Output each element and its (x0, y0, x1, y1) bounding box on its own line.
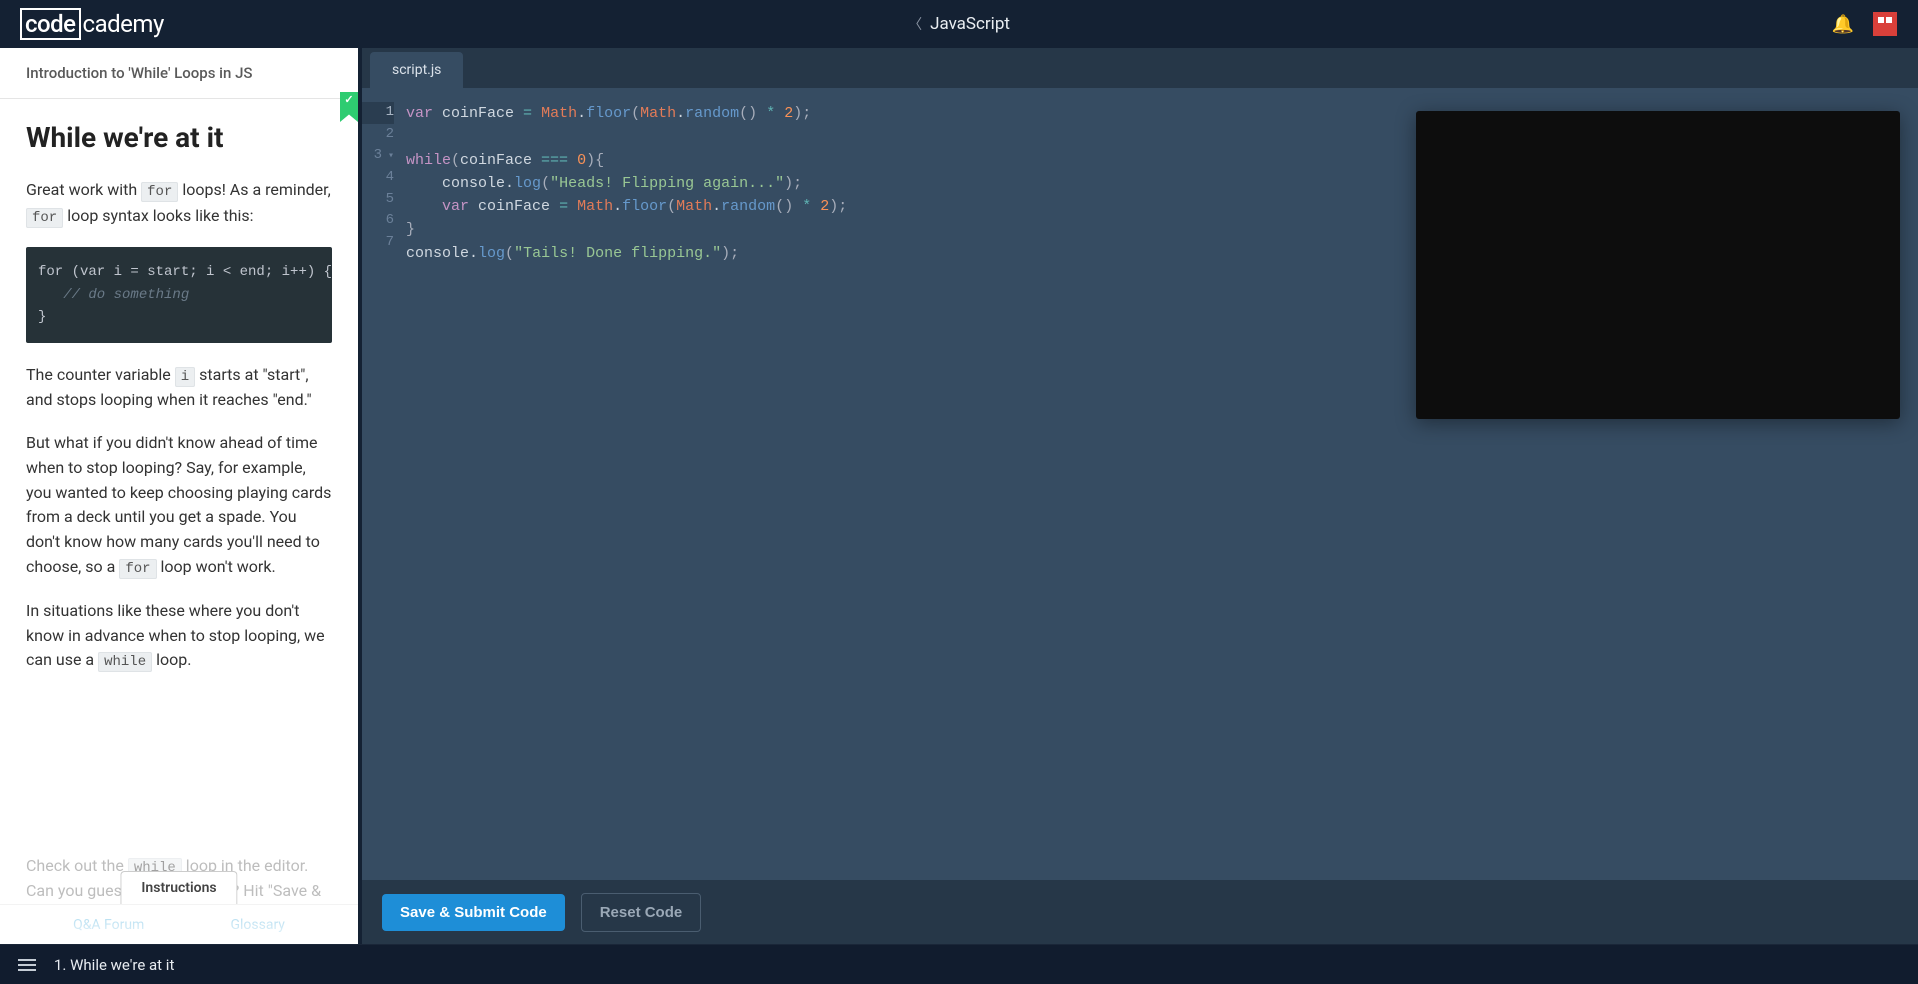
lesson-title: While we're at it (26, 121, 332, 154)
lesson-footer-links: Q&A Forum Glossary (0, 904, 358, 944)
fold-marker-icon[interactable]: ▾ (382, 151, 394, 162)
line-number: 1 (362, 102, 394, 124)
inline-code: i (175, 367, 195, 387)
bottom-bar: 1. While we're at it (0, 944, 1918, 984)
avatar[interactable] (1872, 11, 1898, 37)
line-number-gutter: 1 2 3 ▾ 4 5 6 7 (362, 102, 406, 880)
avatar-pixel-art (1873, 12, 1897, 36)
glossary-link[interactable]: Glossary (230, 917, 284, 933)
inline-code: for (26, 208, 63, 228)
menu-icon[interactable] (18, 959, 36, 971)
lesson-paragraph: In situations like these where you don't… (26, 599, 332, 674)
lesson-paragraph: The counter variable i starts at "start"… (26, 363, 332, 413)
logo-boxed-text: code (20, 8, 81, 40)
lesson-panel: Introduction to 'While' Loops in JS Whil… (0, 48, 358, 944)
lesson-paragraph: Great work with for loops! As a reminder… (26, 178, 332, 229)
lesson-header: Introduction to 'While' Loops in JS (0, 48, 358, 99)
reset-code-button[interactable]: Reset Code (581, 893, 702, 932)
lesson-breadcrumb: Introduction to 'While' Loops in JS (26, 64, 253, 82)
main-area: Introduction to 'While' Loops in JS Whil… (0, 48, 1918, 944)
inline-code: for (119, 559, 156, 579)
line-number: 3 ▾ (362, 145, 394, 167)
editor-area: script.js 1 2 3 ▾ 4 5 6 7 var coinFace =… (358, 48, 1918, 944)
bell-icon[interactable]: 🔔 (1832, 14, 1854, 35)
code-example-block: for (var i = start; i < end; i++) { // d… (26, 247, 332, 342)
file-tab-bar: script.js (362, 48, 1918, 88)
logo[interactable]: codecademy (20, 8, 164, 40)
inline-code: while (98, 652, 152, 672)
line-number: 4 (362, 167, 394, 189)
line-number: 7 (362, 232, 394, 254)
inline-code: for (141, 182, 178, 202)
lesson-paragraph: But what if you didn't know ahead of tim… (26, 431, 332, 581)
chevron-left-icon: 〈 (908, 14, 922, 34)
save-submit-button[interactable]: Save & Submit Code (382, 894, 565, 931)
file-tab[interactable]: script.js (370, 52, 463, 88)
line-number: 6 (362, 210, 394, 232)
qa-forum-link[interactable]: Q&A Forum (73, 917, 144, 933)
course-breadcrumb[interactable]: 〈 JavaScript (908, 14, 1010, 34)
line-number: 2 (362, 124, 394, 146)
line-number: 5 (362, 189, 394, 211)
lesson-content[interactable]: While we're at it Great work with for lo… (0, 99, 358, 904)
instructions-tab[interactable]: Instructions (120, 871, 237, 904)
course-name: JavaScript (930, 14, 1010, 34)
logo-rest-text: cademy (83, 10, 164, 38)
bottom-lesson-title: 1. While we're at it (54, 956, 174, 974)
top-navbar: codecademy 〈 JavaScript 🔔 (0, 0, 1918, 48)
editor-footer: Save & Submit Code Reset Code (362, 880, 1918, 944)
output-console[interactable] (1416, 111, 1900, 419)
